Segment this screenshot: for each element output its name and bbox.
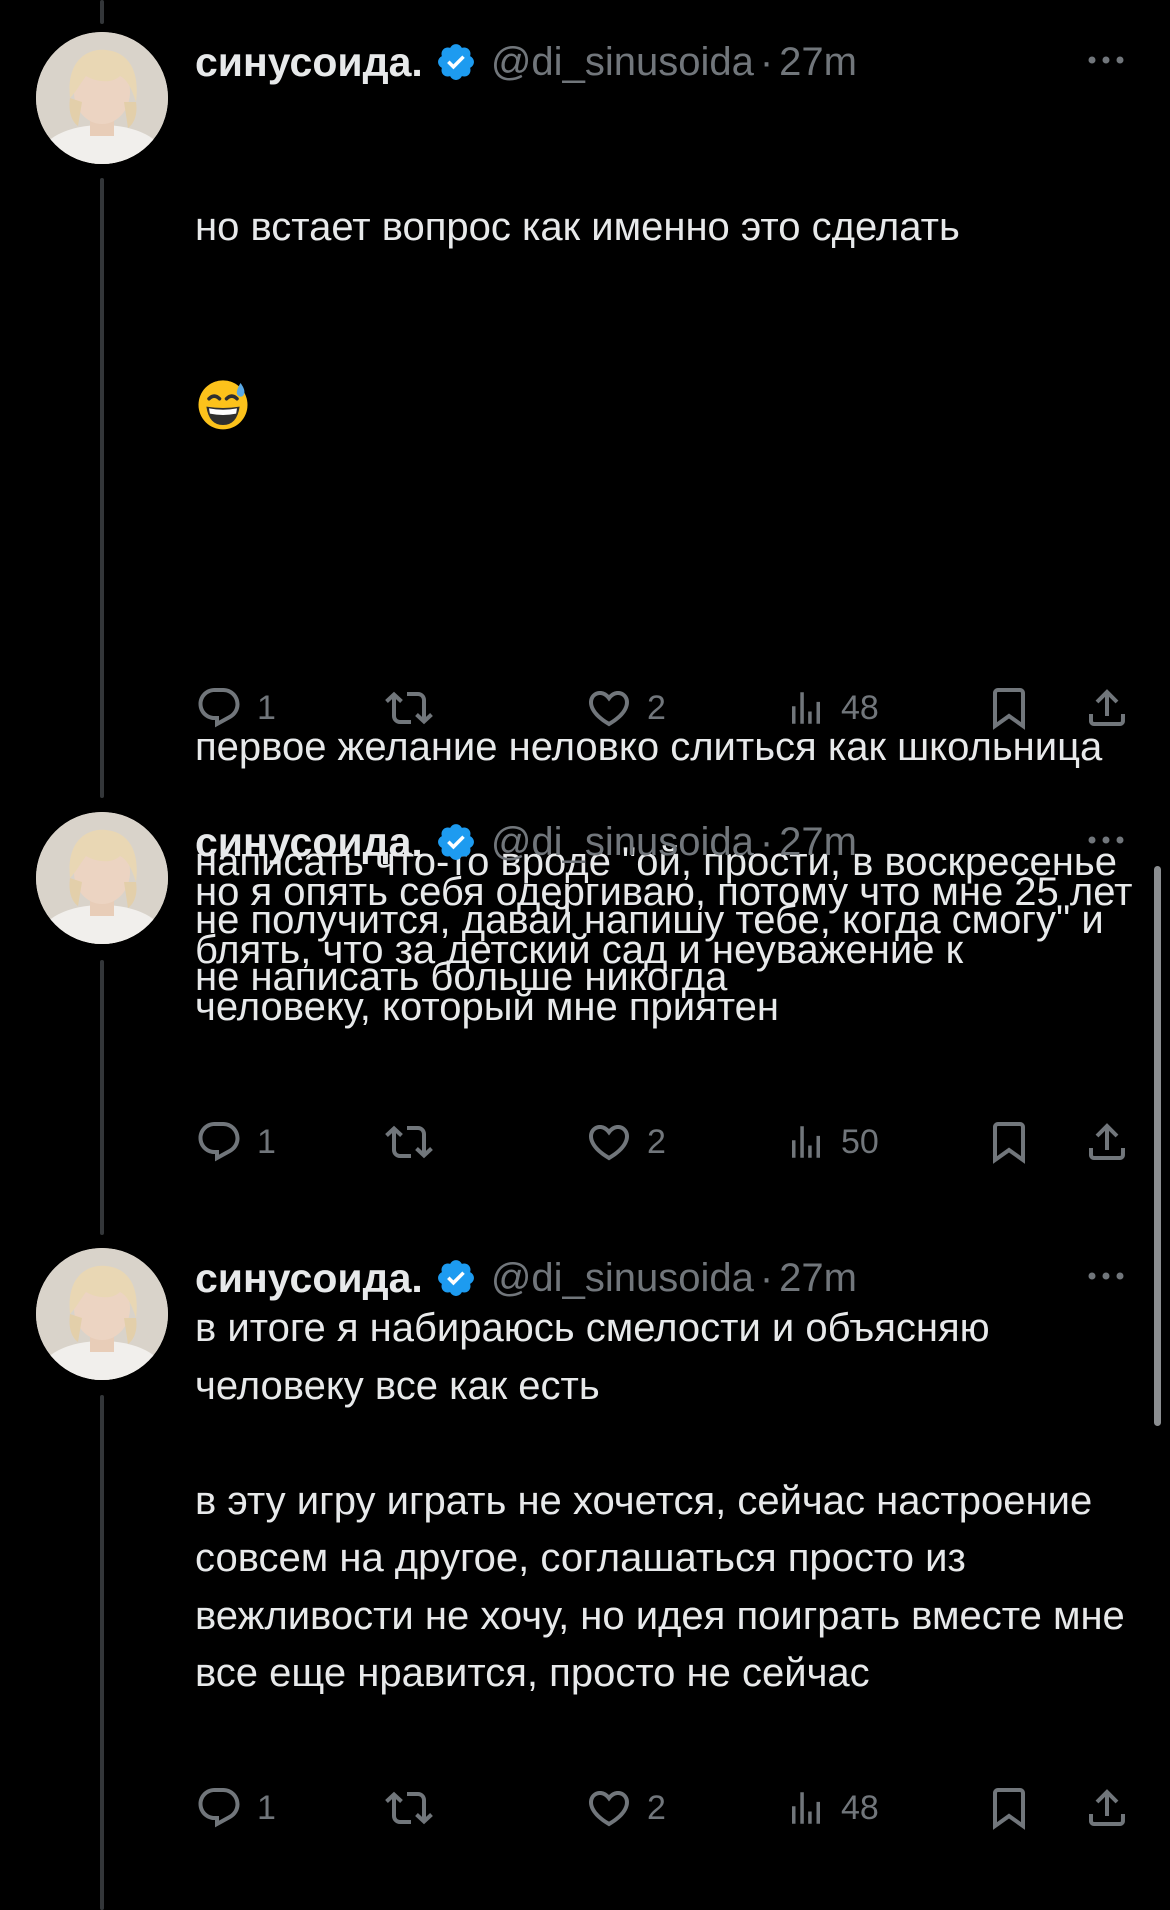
like-button[interactable]: 2 bbox=[585, 1112, 666, 1172]
like-button[interactable]: 2 bbox=[585, 678, 666, 738]
tweet-header: синусоида. @di_sinusoida · 27m bbox=[195, 32, 1130, 92]
reply-count: 1 bbox=[257, 1122, 276, 1161]
reply-button[interactable]: 1 bbox=[195, 1112, 276, 1172]
thread-line bbox=[100, 178, 104, 798]
share-button[interactable] bbox=[1083, 1112, 1131, 1172]
grinning-face-with-sweat-icon bbox=[198, 379, 248, 429]
tweet-actions: 1 2 48 bbox=[195, 1778, 1135, 1838]
author-name[interactable]: синусоида. bbox=[195, 39, 423, 86]
like-button[interactable]: 2 bbox=[585, 1778, 666, 1838]
bookmark-icon bbox=[993, 1122, 1025, 1164]
reply-button[interactable]: 1 bbox=[195, 1778, 276, 1838]
views-button[interactable]: 48 bbox=[785, 678, 879, 738]
reply-icon bbox=[198, 688, 240, 728]
share-icon bbox=[1089, 1789, 1125, 1826]
views-count: 48 bbox=[841, 688, 879, 727]
repost-button[interactable] bbox=[385, 1778, 433, 1838]
reply-icon bbox=[198, 1788, 240, 1828]
like-count: 2 bbox=[647, 688, 666, 727]
avatar[interactable] bbox=[36, 32, 168, 164]
repost-icon bbox=[385, 691, 433, 725]
share-button[interactable] bbox=[1083, 678, 1131, 738]
separator-dot: · bbox=[759, 39, 774, 84]
author-name[interactable]: синусоида. bbox=[195, 819, 423, 866]
share-icon bbox=[1089, 1123, 1125, 1160]
tweet-text: в итоге я набираюсь смелости и объясняю … bbox=[195, 1306, 1125, 1695]
tweet-actions: 1 2 48 bbox=[195, 678, 1135, 738]
views-count: 50 bbox=[841, 1122, 879, 1161]
timestamp[interactable]: 27m bbox=[779, 1256, 857, 1301]
reply-icon bbox=[198, 1122, 240, 1162]
bookmark-icon bbox=[993, 688, 1025, 730]
more-options-icon[interactable] bbox=[1082, 40, 1130, 80]
heart-icon bbox=[588, 1125, 630, 1161]
timestamp[interactable]: 27m bbox=[779, 820, 857, 865]
bookmark-icon bbox=[993, 1788, 1025, 1830]
more-options-icon[interactable] bbox=[1082, 1256, 1130, 1296]
avatar[interactable] bbox=[36, 812, 168, 944]
separator-dot: · bbox=[759, 819, 774, 864]
like-count: 2 bbox=[647, 1122, 666, 1161]
timestamp[interactable]: 27m bbox=[779, 40, 857, 85]
views-button[interactable]: 48 bbox=[785, 1778, 879, 1838]
author-handle[interactable]: @di_sinusoida bbox=[491, 1256, 754, 1301]
views-icon bbox=[792, 692, 820, 724]
heart-icon bbox=[588, 691, 630, 727]
share-icon bbox=[1089, 689, 1125, 726]
repost-button[interactable] bbox=[385, 678, 433, 738]
tweet-text-line: но встает вопрос как именно это сделать bbox=[195, 205, 960, 249]
thread-line bbox=[100, 0, 104, 24]
verified-badge-icon bbox=[437, 1260, 474, 1296]
thread-line bbox=[100, 960, 104, 1235]
avatar[interactable] bbox=[36, 1248, 168, 1380]
tweet-text: но я опять себя одергиваю, потому что мн… bbox=[195, 870, 1144, 1029]
tweet-header: синусоида. @di_sinusoida · 27m bbox=[195, 812, 1130, 872]
verified-badge-icon bbox=[437, 44, 474, 80]
bookmark-button[interactable] bbox=[985, 1112, 1033, 1172]
bookmark-button[interactable] bbox=[985, 678, 1033, 738]
scrollbar[interactable] bbox=[1154, 866, 1161, 1426]
tweet-header: синусоида. @di_sinusoida · 27m bbox=[195, 1248, 1130, 1308]
reply-count: 1 bbox=[257, 1788, 276, 1827]
share-button[interactable] bbox=[1083, 1778, 1131, 1838]
author-handle[interactable]: @di_sinusoida bbox=[491, 820, 754, 865]
repost-icon bbox=[385, 1125, 433, 1159]
views-icon bbox=[792, 1792, 820, 1824]
views-count: 48 bbox=[841, 1788, 879, 1827]
views-icon bbox=[792, 1126, 820, 1158]
like-count: 2 bbox=[647, 1788, 666, 1827]
author-handle[interactable]: @di_sinusoida bbox=[491, 40, 754, 85]
repost-button[interactable] bbox=[385, 1112, 433, 1172]
repost-icon bbox=[385, 1791, 433, 1825]
reply-button[interactable]: 1 bbox=[195, 678, 276, 738]
thread-line bbox=[100, 1395, 104, 1910]
reply-count: 1 bbox=[257, 688, 276, 727]
views-button[interactable]: 50 bbox=[785, 1112, 879, 1172]
author-name[interactable]: синусоида. bbox=[195, 1255, 423, 1302]
more-options-icon[interactable] bbox=[1082, 820, 1130, 860]
tweet-actions: 1 2 50 bbox=[195, 1112, 1135, 1172]
verified-badge-icon bbox=[437, 824, 474, 860]
heart-icon bbox=[588, 1791, 630, 1827]
separator-dot: · bbox=[759, 1255, 774, 1300]
bookmark-button[interactable] bbox=[985, 1778, 1033, 1838]
